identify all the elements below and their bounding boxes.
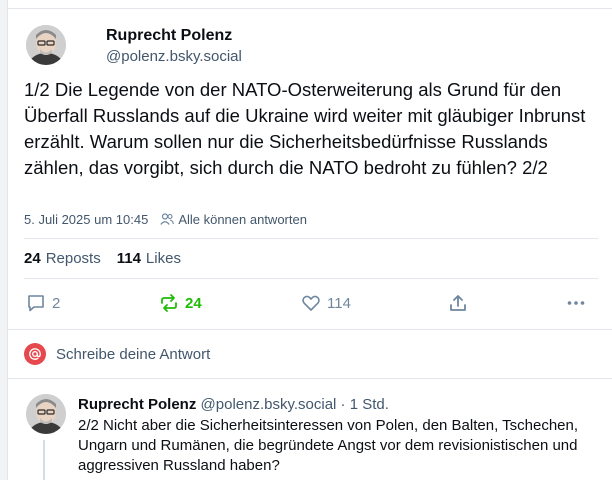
more-icon [567, 301, 585, 305]
likes-stat[interactable]: 114 Likes [117, 250, 181, 267]
heart-icon [302, 295, 320, 311]
reply-time[interactable]: · 1 Std. [341, 396, 389, 413]
reply-header: Ruprecht Polenz @polenz.bsky.social · 1 … [78, 396, 389, 413]
reposts-stat[interactable]: 24 Reposts [24, 250, 101, 267]
thread-line [43, 440, 45, 480]
divider [24, 278, 598, 279]
reposts-label: Reposts [45, 250, 101, 267]
post-stats: 24 Reposts 114 Likes [24, 250, 197, 267]
post-actions: 2 24 114 [8, 290, 612, 316]
share-icon [450, 295, 466, 311]
post-text: 1/2 Die Legende von der NATO-Osterweiter… [24, 79, 586, 178]
people-icon [160, 213, 175, 225]
like-count: 114 [327, 294, 351, 312]
reply-count: 2 [52, 294, 61, 312]
post-meta: 5. Juli 2025 um 10:45 Alle können antwor… [24, 210, 307, 228]
at-icon [29, 348, 41, 360]
mention-badge [24, 343, 46, 365]
reply-text: 2/2 Nicht aber die Sicherheitsinteressen… [78, 417, 579, 474]
section-divider [8, 329, 612, 330]
reply-permission: Alle können antworten [160, 212, 307, 227]
reply-button[interactable]: 2 [26, 293, 60, 313]
post-thread: Ruprecht Polenz @polenz.bsky.social 1/2 … [7, 0, 612, 480]
like-button[interactable]: 114 [301, 293, 351, 313]
likes-label: Likes [145, 250, 181, 267]
reply-author-avatar[interactable] [26, 394, 66, 434]
divider [24, 238, 598, 239]
author-name[interactable]: Ruprecht Polenz [106, 27, 232, 45]
reposts-count: 24 [24, 250, 41, 267]
repost-icon [161, 294, 177, 312]
share-button[interactable] [448, 293, 474, 313]
reply-permission-label: Alle können antworten [178, 211, 307, 227]
author-avatar[interactable] [26, 25, 66, 65]
repost-count: 24 [185, 294, 202, 312]
likes-count: 114 [116, 250, 141, 267]
reply-placeholder: Schreibe deine Antwort [56, 345, 211, 363]
post-timestamp[interactable]: 5. Juli 2025 um 10:45 [24, 212, 148, 227]
section-divider [8, 378, 612, 379]
avatar-photo [26, 25, 66, 65]
reply-author-handle[interactable]: @polenz.bsky.social [201, 396, 337, 413]
avatar-photo [26, 394, 66, 434]
top-divider [8, 8, 612, 9]
more-options-button[interactable] [566, 293, 592, 313]
author-handle[interactable]: @polenz.bsky.social [106, 48, 242, 65]
reply-composer[interactable]: Schreibe deine Antwort [24, 343, 210, 365]
reply-author-name[interactable]: Ruprecht Polenz [78, 396, 196, 413]
reply-icon [28, 295, 44, 312]
repost-button[interactable]: 24 [159, 293, 202, 313]
